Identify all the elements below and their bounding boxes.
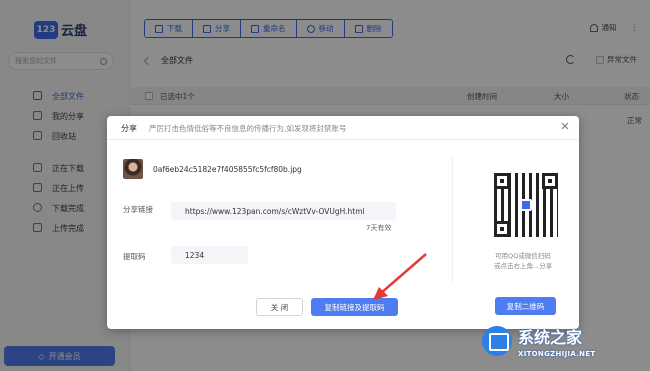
watermark: 系统之家 XITONGZHIJIA.NET — [482, 322, 642, 364]
validity-text: 7天有效 — [366, 224, 392, 232]
close-icon[interactable]: ✕ — [559, 121, 571, 133]
share-link-value: https://www.123pan.com/s/cWztVv-OVUgH.ht… — [185, 206, 365, 216]
qr-finder — [542, 173, 558, 189]
extract-code-field[interactable]: 1234 — [171, 246, 248, 264]
close-button[interactable]: 关 闭 — [256, 298, 303, 316]
dialog-header: 分享 严厉打击色情低俗等不良信息的传播行为,如发现将封禁账号 ✕ — [107, 116, 579, 140]
qr-finder — [494, 221, 510, 237]
extract-code-value: 1234 — [185, 250, 205, 260]
watermark-title: 系统之家 — [518, 328, 583, 347]
qr-caption: 可用QQ或微信扫码 — [495, 252, 551, 260]
extract-code-label: 提取码 — [123, 252, 146, 261]
watermark-subtitle: XITONGZHIJIA.NET — [518, 350, 596, 358]
qr-code — [490, 169, 562, 241]
copy-link-and-code-button[interactable]: 复制链接及提取码 — [311, 298, 398, 316]
dialog-title: 分享 — [121, 124, 137, 133]
qr-finder — [494, 173, 510, 189]
copy-qr-code-button[interactable]: 复制二维码 — [495, 297, 556, 315]
file-thumbnail — [123, 159, 143, 179]
dialog-divider — [452, 156, 453, 282]
share-link-label: 分享链接 — [123, 205, 153, 214]
share-dialog: 分享 严厉打击色情低俗等不良信息的传播行为,如发现将封禁账号 ✕ 0af6eb2… — [107, 116, 579, 329]
dialog-notice: 严厉打击色情低俗等不良信息的传播行为,如发现将封禁账号 — [149, 124, 347, 133]
file-name: 0af6eb24c5182e7f405855fc5fcf80b.jpg — [153, 165, 302, 174]
share-link-field[interactable]: https://www.123pan.com/s/cWztVv-OVUgH.ht… — [171, 202, 396, 220]
qr-logo-icon — [520, 199, 532, 211]
qr-pattern — [494, 173, 558, 237]
watermark-logo-icon — [482, 326, 512, 356]
qr-caption: 或点击右上角...分享 — [494, 262, 553, 270]
